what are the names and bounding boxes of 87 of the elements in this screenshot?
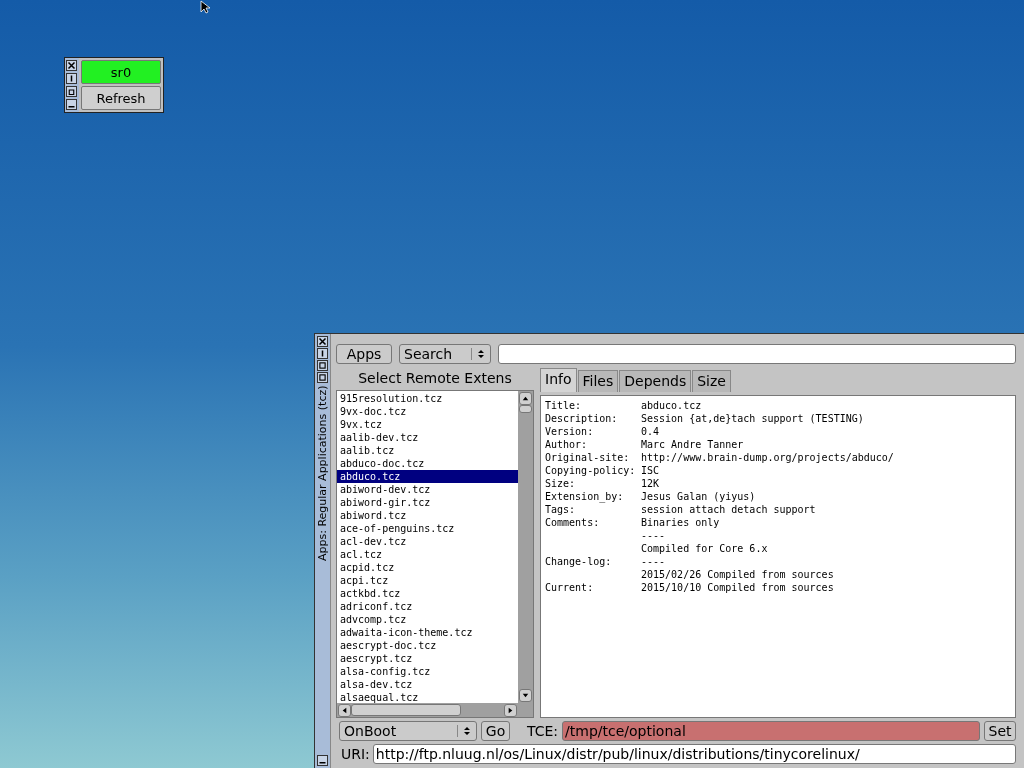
list-item[interactable]: aalib.tcz	[337, 444, 518, 457]
list-item[interactable]: ace-of-penguins.tcz	[337, 522, 518, 535]
minimize-icon[interactable]	[66, 73, 77, 84]
mount-button[interactable]: Refresh	[81, 86, 161, 110]
info-value: abduco.tcz	[641, 399, 702, 412]
info-label: Change-log:	[545, 555, 613, 568]
mode-dropdown[interactable]: Search	[399, 344, 491, 364]
tce-field[interactable]: /tmp/tce/optional	[562, 720, 980, 741]
list-item[interactable]: alsa-config.tcz	[337, 665, 518, 678]
info-value: Binaries only	[641, 516, 720, 529]
close-icon[interactable]	[317, 336, 328, 347]
info-value: ----	[641, 555, 666, 568]
info-value: http://www.brain-dump.org/projects/abduco/	[641, 451, 894, 464]
tab[interactable]: Info	[540, 368, 577, 392]
info-value: session attach detach support	[641, 503, 816, 516]
info-label: Current:	[545, 581, 595, 594]
set-button[interactable]: Set	[984, 720, 1016, 741]
uri-label: URI:	[341, 745, 370, 762]
info-value: 2015/02/26 Compiled from sources	[641, 568, 834, 581]
window-title: Apps: Regular Applications (tcz)	[316, 384, 329, 563]
list-item[interactable]: 9vx.tcz	[337, 418, 518, 431]
list-item[interactable]: 9vx-doc.tcz	[337, 405, 518, 418]
list-item[interactable]: 915resolution.tcz	[337, 392, 518, 405]
list-item[interactable]: adriconf.tcz	[337, 600, 518, 613]
info-label: Comments:	[545, 516, 601, 529]
info-value: Session {at,de}tach support (TESTING)	[641, 412, 864, 425]
info-value: 12K	[641, 477, 660, 490]
apps-button[interactable]: Apps	[336, 344, 392, 364]
list-item[interactable]: abiword.tcz	[337, 509, 518, 522]
list-item[interactable]: advcomp.tcz	[337, 613, 518, 626]
list-item[interactable]: aescrypt.tcz	[337, 652, 518, 665]
iconify-icon[interactable]	[66, 99, 77, 110]
vertical-scrollbar[interactable]	[518, 391, 533, 703]
info-label: Description:	[545, 412, 619, 425]
list-item[interactable]: aescrypt-doc.tcz	[337, 639, 518, 652]
scroll-thumb[interactable]	[519, 405, 532, 413]
minimize-icon[interactable]	[317, 348, 328, 359]
scroll-thumb[interactable]	[351, 704, 461, 716]
list-item[interactable]: adwaita-icon-theme.tcz	[337, 626, 518, 639]
horizontal-scrollbar[interactable]	[337, 703, 533, 717]
shade-icon[interactable]	[66, 86, 77, 97]
tab[interactable]: Files	[577, 370, 619, 392]
install-mode-dropdown[interactable]: OnBoot	[339, 720, 477, 741]
info-label: Original-site:	[545, 451, 631, 464]
mouse-cursor-icon	[200, 0, 212, 14]
tce-label: TCE:	[527, 722, 559, 739]
scroll-up-icon[interactable]	[519, 392, 532, 405]
scroll-left-icon[interactable]	[338, 703, 351, 717]
restore-icon[interactable]	[317, 372, 328, 383]
info-value: Jesus Galan (yiyus)	[641, 490, 756, 503]
info-label: Tags:	[545, 503, 577, 516]
info-value: 2015/10/10 Compiled from sources	[641, 581, 834, 594]
list-item[interactable]: acpi.tcz	[337, 574, 518, 587]
iconify-icon[interactable]	[317, 755, 328, 766]
list-heading: Select Remote Extens	[357, 369, 513, 388]
mount-button[interactable]: sr0	[81, 60, 161, 84]
info-value: ----	[641, 529, 666, 542]
scroll-down-icon[interactable]	[519, 689, 532, 702]
list-item[interactable]: acpid.tcz	[337, 561, 518, 574]
info-value: Marc Andre Tanner	[641, 438, 744, 451]
list-item[interactable]: abiword-dev.tcz	[337, 483, 518, 496]
info-value: 0.4	[641, 425, 660, 438]
go-button[interactable]: Go	[481, 720, 510, 741]
list-item[interactable]: actkbd.tcz	[337, 587, 518, 600]
close-icon[interactable]	[66, 60, 77, 71]
info-label: Version:	[545, 425, 595, 438]
list-item[interactable]: acl-dev.tcz	[337, 535, 518, 548]
info-label: Author:	[545, 438, 589, 451]
maximize-icon[interactable]	[317, 360, 328, 371]
tab[interactable]: Depends	[619, 370, 692, 392]
scroll-right-icon[interactable]	[504, 703, 517, 717]
search-field[interactable]	[498, 344, 1016, 364]
info-value: ISC	[641, 464, 660, 477]
list-item[interactable]: alsa-dev.tcz	[337, 678, 518, 691]
list-item[interactable]: acl.tcz	[337, 548, 518, 561]
list-item[interactable]: alsaequal.tcz	[337, 691, 518, 703]
list-item[interactable]: abiword-gir.tcz	[337, 496, 518, 509]
tab[interactable]: Size	[692, 370, 731, 392]
list-item[interactable]: abduco.tcz	[337, 470, 518, 483]
info-label: Extension_by:	[545, 490, 625, 503]
info-value: Compiled for Core 6.x	[641, 542, 768, 555]
info-label: Title:	[545, 399, 583, 412]
list-item[interactable]: aalib-dev.tcz	[337, 431, 518, 444]
info-label: Copying-policy:	[545, 464, 637, 477]
uri-field[interactable]: http://ftp.nluug.nl/os/Linux/distr/pub/linux/distributions/tinycorelinux/	[372, 743, 1016, 764]
info-label: Size:	[545, 477, 577, 490]
list-item[interactable]: abduco-doc.tcz	[337, 457, 518, 470]
